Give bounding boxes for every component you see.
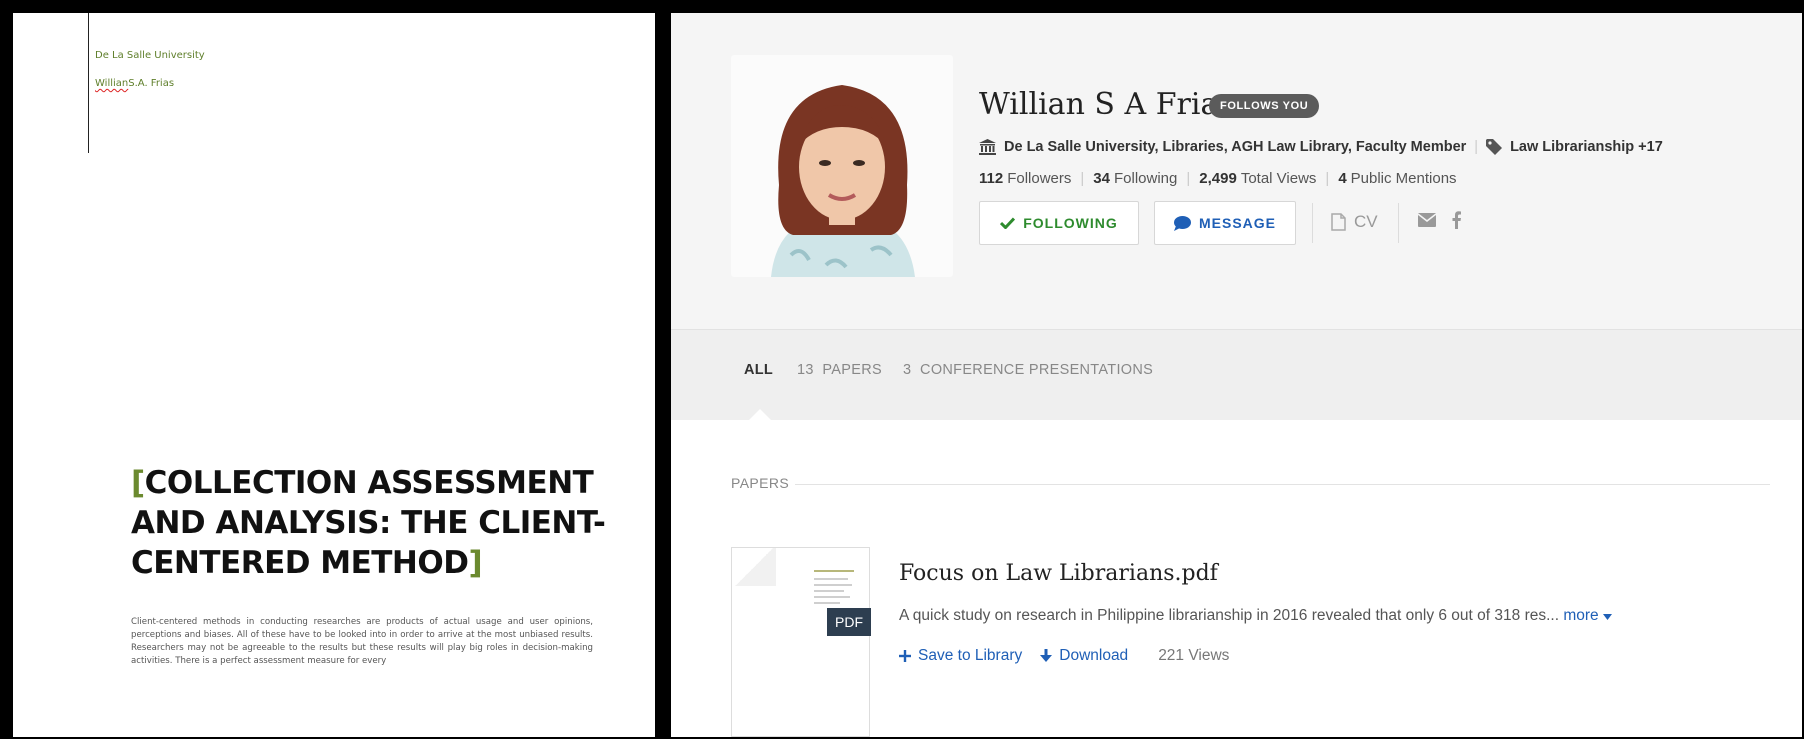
avatar[interactable] [731, 55, 953, 277]
plus-icon [899, 650, 911, 662]
tab-conference-presentations[interactable]: 3 CONFERENCE PRESENTATIONS [903, 362, 1153, 378]
paper-views: 221 Views [1158, 647, 1230, 664]
envelope-icon [1417, 213, 1437, 227]
divider [1398, 203, 1399, 243]
research-interests-link[interactable]: Law Librarianship +17 [1510, 139, 1663, 155]
email-link[interactable] [1417, 213, 1437, 232]
save-to-library-button[interactable]: Save to Library [899, 647, 1022, 665]
text-cursor-line [88, 13, 89, 153]
doc-title-text: COLLECTION ASSESSMENT AND ANALYSIS: THE … [131, 465, 606, 581]
pdf-badge: PDF [827, 608, 871, 636]
tab-all[interactable]: ALL [744, 362, 773, 378]
profile-page: Willian S A Frias FOLLOWS YOU De La Sall… [671, 13, 1802, 737]
follows-you-badge: FOLLOWS YOU [1209, 94, 1320, 118]
download-arrow-icon [1040, 649, 1053, 662]
following-stat[interactable]: 34 Following [1093, 170, 1177, 187]
tab-papers[interactable]: 13 PAPERS [797, 362, 882, 378]
doc-body: Client-centered methods in conducting re… [131, 617, 593, 666]
paper-abstract: A quick study on research in Philippine … [899, 607, 1612, 625]
caret-down-icon [1602, 614, 1612, 620]
doc-author-rest: S.A. Frias [128, 78, 175, 89]
doc-title: [COLLECTION ASSESSMENT AND ANALYSIS: THE… [131, 463, 611, 583]
doc-author: WillianS.A. Frias [95, 78, 174, 89]
separator: | [1474, 139, 1479, 155]
total-views-stat[interactable]: 2,499 Total Views [1199, 170, 1316, 187]
doc-institution: De La Salle University [95, 50, 205, 61]
avatar-photo [731, 55, 953, 277]
facebook-icon [1452, 211, 1461, 229]
stats-row: 112 Followers | 34 Following | 2,499 Total … [979, 169, 1457, 187]
institution-icon [979, 139, 996, 155]
document-icon [1331, 213, 1346, 231]
doc-author-first: Willian [95, 78, 129, 89]
paper-actions: Save to Library Download 221 Views [899, 647, 1229, 665]
public-mentions-stat[interactable]: 4 Public Mentions [1338, 170, 1456, 187]
message-button[interactable]: MESSAGE [1154, 201, 1296, 245]
chat-bubble-icon [1173, 215, 1191, 231]
divider [1312, 203, 1313, 243]
paper-abstract-text: A quick study on research in Philippine … [899, 607, 1560, 624]
section-divider [795, 484, 1770, 485]
paper-thumbnail[interactable]: PDF [731, 547, 871, 737]
more-link[interactable]: more [1563, 607, 1612, 624]
doc-title-close-bracket: ] [468, 545, 483, 581]
affiliation-row: De La Salle University, Libraries, AGH L… [979, 137, 1663, 157]
cv-link[interactable]: CV [1331, 212, 1378, 232]
document-preview: De La Salle University WillianS.A. Frias… [13, 13, 655, 737]
page-fold [732, 548, 776, 586]
active-tab-indicator [749, 409, 771, 420]
profile-name: Willian S A Frias [979, 87, 1234, 122]
following-button-label: FOLLOWING [1023, 215, 1118, 231]
message-button-label: MESSAGE [1198, 215, 1276, 231]
facebook-link[interactable] [1452, 211, 1461, 234]
paper-title-link[interactable]: Focus on Law Librarians.pdf [899, 561, 1218, 586]
followers-stat[interactable]: 112 Followers [979, 170, 1071, 187]
following-button[interactable]: FOLLOWING [979, 201, 1139, 245]
affiliation-link[interactable]: De La Salle University, Libraries, AGH L… [1004, 139, 1466, 155]
tag-icon [1486, 139, 1503, 155]
cv-label: CV [1354, 212, 1378, 231]
doc-title-open-bracket: [ [131, 465, 145, 501]
section-label-papers: PAPERS [731, 475, 790, 491]
check-icon [1000, 217, 1016, 229]
download-button[interactable]: Download [1040, 647, 1128, 665]
